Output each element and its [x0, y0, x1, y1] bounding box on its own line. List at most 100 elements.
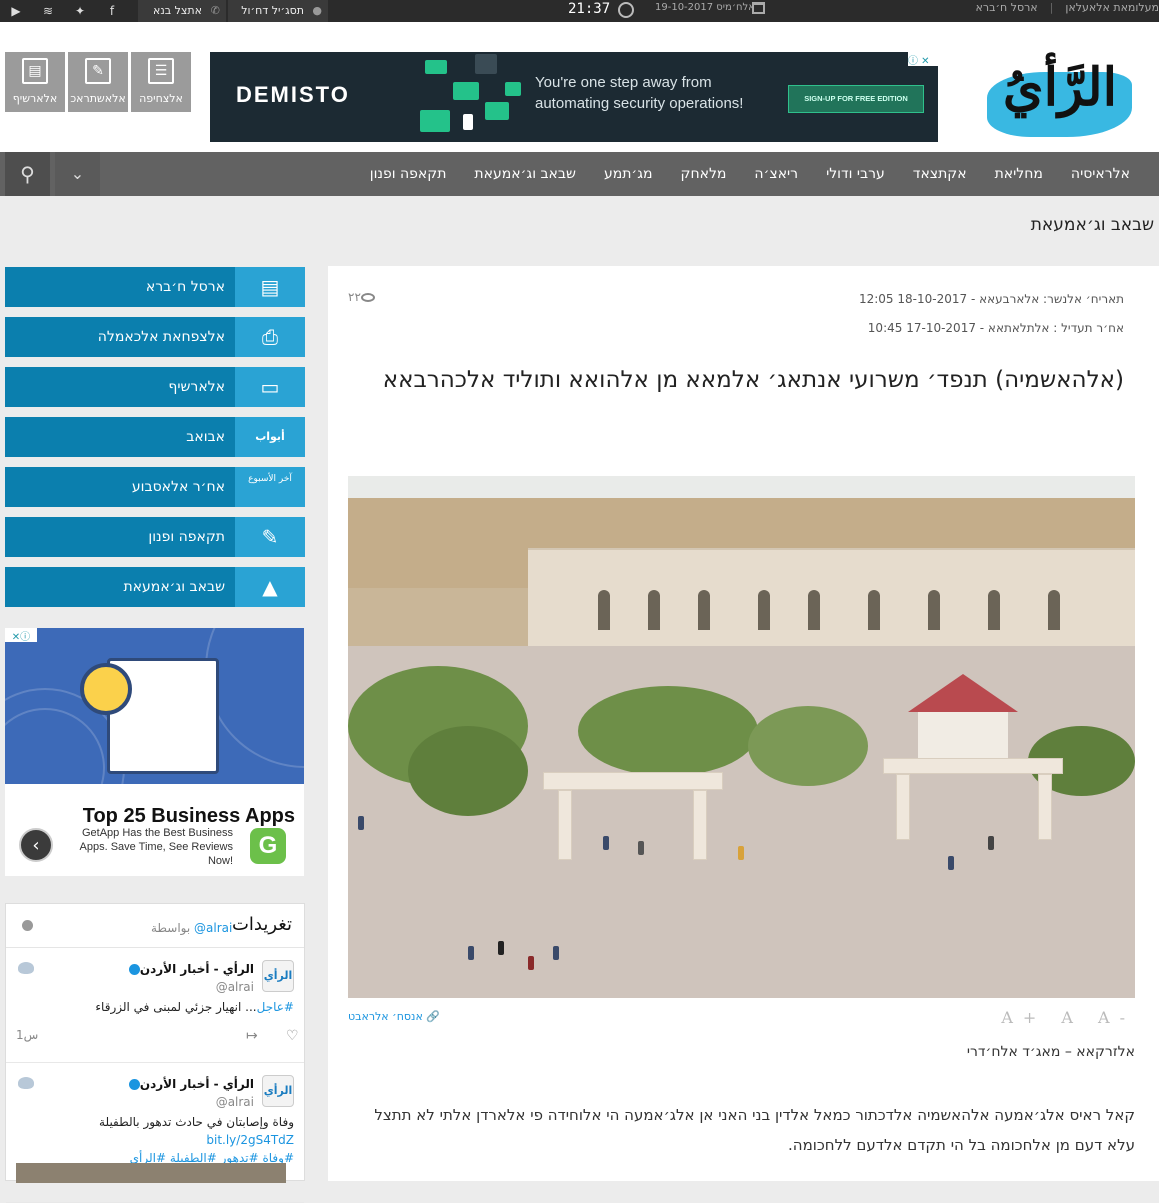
current-time: 21:37 — [568, 1, 611, 17]
ad-cta-button[interactable]: SIGN-UP FOR FREE EDITION — [788, 85, 924, 113]
article: תאריח׳ אלנשר: אלארבעאא - 18-10-2017 12:0… — [328, 266, 1159, 1181]
adchoices-icon[interactable]: ✕ⓘ — [5, 628, 37, 643]
verified-icon — [128, 1079, 140, 1090]
share-icon[interactable]: ↦ — [246, 1028, 258, 1044]
top-links: מעלומאת אלאעלאן | ארסל ח׳ברא — [975, 0, 1159, 16]
week-icon: آخر الأسبوع — [235, 467, 305, 507]
culture-icon: ✎ — [235, 517, 305, 557]
like-icon[interactable]: ♡ — [286, 1028, 299, 1044]
sidebar-ad[interactable]: ✕ⓘ Top 25 Business Apps GetApp Has the B… — [5, 628, 304, 876]
ad-banner[interactable]: DEMISTO You're one step away from automa… — [210, 52, 938, 142]
archive-button[interactable]: ▤ אלארשיף — [5, 52, 65, 112]
tweet-handle[interactable]: @alrai — [216, 1095, 254, 1109]
font-size-controls: A+ A A- — [1001, 1008, 1135, 1027]
article-photo[interactable] — [348, 476, 1135, 998]
graduation-cap-icon: ▲ — [235, 567, 305, 607]
nav-item-local[interactable]: מחליאת — [981, 152, 1057, 196]
archive-icon: ▭ — [235, 367, 305, 407]
send-news-link[interactable]: ארסל ח׳ברא — [976, 0, 1038, 16]
hashtag-link[interactable]: #عاجل — [257, 1000, 294, 1014]
nav-item-youth[interactable]: שבאב וג׳אמעאת — [460, 152, 590, 196]
tweet-item[interactable]: الرأي الرأي - أخبار الأردن @alrai وفاة و… — [6, 1063, 304, 1203]
archive-icon: ▤ — [22, 58, 48, 84]
avatar[interactable]: الرأي — [262, 1075, 294, 1107]
sidebar: ▤ ארסל ח׳ברא ⎙ אלצפחאת אלכאמלה ▭ אלארשיף… — [5, 267, 305, 617]
by-handle-link[interactable]: @alrai — [194, 921, 232, 935]
nav-item-economy[interactable]: אקתצאד — [899, 152, 981, 196]
main-nav: ⚲ ⌄ אלראיסיה מחליאת אקתצאד ערבי ודולי רי… — [0, 152, 1159, 196]
sidebar-item-abwab[interactable]: أبواب אבואב — [5, 417, 305, 457]
search-icon[interactable]: ⚲ — [5, 152, 50, 196]
twitter-widget: تغريدات بواسطة @alrai الرأي الرأي - أخبا… — [5, 903, 305, 1203]
twitter-bird-icon[interactable] — [18, 962, 34, 974]
info-icon[interactable] — [22, 920, 33, 931]
social-links: ▶ ≋ ✦ f — [0, 0, 128, 22]
tweet-handle[interactable]: @alrai — [216, 980, 254, 994]
tweet-image[interactable] — [16, 1163, 286, 1183]
nav-item-society[interactable]: מג׳תמע — [590, 152, 667, 196]
chevron-down-icon[interactable]: ⌄ — [55, 152, 100, 196]
widget-title: تغريدات — [231, 914, 292, 935]
nav-item-culture[interactable]: תקאפה ופנון — [356, 152, 461, 196]
sidebar-item-send-news[interactable]: ▤ ארסל ח׳ברא — [5, 267, 305, 307]
ticket-icon: ✎ — [85, 58, 111, 84]
kiosk — [918, 712, 1008, 762]
facebook-icon[interactable]: f — [96, 0, 128, 22]
sidebar-item-weekend[interactable]: آخر الأسبوع אח׳ר אלאסבוע — [5, 467, 305, 507]
adchoices-icon[interactable]: ⓘ ✕ — [908, 52, 938, 67]
nav-item-supplements[interactable]: מלאחק — [667, 152, 741, 196]
font-decrease-button[interactable]: A- — [1098, 1008, 1135, 1027]
tweet-author[interactable]: الرأي - أخبار الأردن — [125, 962, 254, 976]
photo-toolbar: 🔗 אנסח׳ אלראבט A+ A A- — [348, 1008, 1135, 1030]
link-icon: 🔗 — [426, 1010, 441, 1023]
ad-next-button[interactable]: ‹ — [19, 828, 53, 862]
ad-info-link[interactable]: מעלומאת אלאעלאן — [1065, 0, 1159, 16]
view-count: ٢٢ — [348, 290, 379, 304]
top-bar: ▶ ≋ ✦ f ✆ אתצל בנא ● תסג׳יל דח׳ול 21:37 … — [0, 0, 1159, 22]
article-headline: (אלהאשמיה) תנפד׳ משרועי אנתאג׳ אלמאא מן … — [382, 367, 1124, 393]
abwab-icon: أبواب — [235, 417, 305, 457]
newspaper-icon: ☰ — [148, 58, 174, 84]
newspaper-icon: ▤ — [235, 267, 305, 307]
twitter-widget-header: تغريدات بواسطة @alrai — [6, 904, 304, 948]
avatar[interactable]: الرأي — [262, 960, 294, 992]
twitter-bird-icon[interactable] — [18, 1077, 34, 1089]
site-logo[interactable]: الرَّأيُ — [985, 52, 1135, 142]
user-icon: ● — [312, 4, 322, 17]
twitter-icon[interactable]: ✦ — [64, 0, 96, 22]
nav-item-sports[interactable]: ריאצ׳ה — [740, 152, 812, 196]
tweet-time[interactable]: 1س — [16, 1028, 38, 1042]
youtube-icon[interactable]: ▶ — [0, 0, 32, 22]
font-increase-button[interactable]: A+ — [1001, 1008, 1046, 1027]
nav-item-home[interactable]: אלראיסיה — [1057, 152, 1144, 196]
copy-link-button[interactable]: 🔗 אנסח׳ אלראבט — [348, 1010, 440, 1023]
sidebar-item-culture[interactable]: ✎ תקאפה ופנון — [5, 517, 305, 557]
newspaper-button[interactable]: ☰ אלצחיפה — [131, 52, 191, 112]
login-button[interactable]: ● תסג׳יל דח׳ול — [228, 0, 328, 22]
tweet-item[interactable]: الرأي الرأي - أخبار الأردن @alrai #عاجل.… — [6, 948, 304, 1063]
getapp-logo: G — [250, 828, 286, 864]
site-header: ▤ אלארשיף ✎ אלאשתראכ ☰ אלצחיפה DEMISTO Y… — [0, 22, 1159, 152]
devices-graphic — [415, 52, 525, 142]
eye-icon — [360, 293, 375, 302]
article-byline: אלזרקאא – מאג׳ד אלח׳דרי — [966, 1044, 1135, 1060]
verified-icon — [128, 964, 140, 975]
clock-icon — [618, 2, 634, 18]
current-date: אלח׳מיס 19-10-2017 — [655, 2, 755, 13]
font-reset-button[interactable]: A — [1061, 1008, 1083, 1027]
sidebar-item-archive[interactable]: ▭ אלארשיף — [5, 367, 305, 407]
tweet-actions: ♡ ↦ 1س — [16, 1022, 299, 1052]
nav-item-world[interactable]: ערבי ודולי — [812, 152, 899, 196]
publish-date: תאריח׳ אלנשר: אלארבעאא - 18-10-2017 12:0… — [858, 292, 1124, 306]
contact-button[interactable]: ✆ אתצל בנא — [138, 0, 226, 22]
nav-menu: אלראיסיה מחליאת אקתצאד ערבי ודולי ריאצ׳ה… — [356, 152, 1144, 196]
ad-message: You're one step away from automating sec… — [535, 74, 744, 112]
sidebar-item-full-pages[interactable]: ⎙ אלצפחאת אלכאמלה — [5, 317, 305, 357]
sidebar-item-youth[interactable]: ▲ שבאב וג׳אמעאת — [5, 567, 305, 607]
subscription-button[interactable]: ✎ אלאשתראכ — [68, 52, 128, 112]
tweet-author[interactable]: الرأي - أخبار الأردن — [125, 1077, 254, 1091]
tweet-text: #عاجل... انهيار جزئي لمبنى في الزرقاء — [95, 1000, 294, 1014]
widget-by: بواسطة @alrai — [151, 921, 233, 935]
rss-icon[interactable]: ≋ — [32, 0, 64, 22]
tweet-link[interactable]: bit.ly/2gS4TdZ — [206, 1133, 294, 1147]
